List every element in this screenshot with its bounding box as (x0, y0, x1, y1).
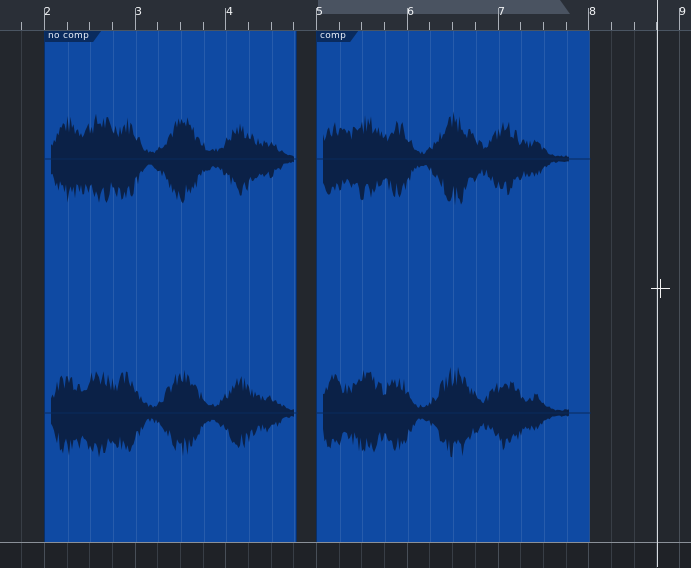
waveform-shape (323, 366, 569, 458)
ruler-beat-tick (611, 22, 612, 30)
ruler-beat-tick (520, 22, 521, 30)
horizontal-scrollbar-area[interactable] (0, 542, 691, 568)
ruler-bar-number: 6 (407, 5, 414, 18)
ruler-bar-number: 9 (679, 5, 686, 18)
ruler-beat-tick (361, 22, 362, 30)
grid-line (634, 543, 635, 568)
grid-line (384, 543, 385, 568)
grid-line (679, 31, 680, 542)
grid-line (429, 543, 430, 568)
ruler-bar-tick (225, 8, 226, 30)
grid-line (475, 543, 476, 568)
grid-line (520, 543, 521, 568)
ruler-beat-tick (566, 22, 567, 30)
grid-line (112, 543, 113, 568)
ruler-bar-number: 2 (44, 5, 51, 18)
ruler-bar-tick (588, 8, 589, 30)
grid-line (361, 543, 362, 568)
clip-name-label[interactable]: no comp (45, 31, 101, 42)
grid-line (21, 543, 22, 568)
grid-line (611, 543, 612, 568)
loop-range-marker[interactable] (318, 0, 570, 14)
ruler-bar-number: 3 (135, 5, 142, 18)
grid-line (21, 31, 22, 542)
ruler-beat-tick (339, 22, 340, 30)
grid-line (316, 543, 317, 568)
ruler-beat-tick (452, 22, 453, 30)
ruler-bar-number: 8 (589, 5, 596, 18)
grid-line (543, 543, 544, 568)
ruler-beat-tick (67, 22, 68, 30)
grid-line (157, 543, 158, 568)
ruler-beat-tick (293, 22, 294, 30)
ruler-beat-tick (203, 22, 204, 30)
grid-line (498, 543, 499, 568)
crosshair-cursor-icon (651, 279, 670, 298)
grid-line (293, 543, 294, 568)
grid-line (679, 543, 680, 568)
grid-line (225, 543, 226, 568)
ruler-bar-tick (407, 8, 408, 30)
ruler-beat-tick (634, 22, 635, 30)
ruler-beat-tick (157, 22, 158, 30)
grid-line (566, 543, 567, 568)
ruler-bar-tick (679, 8, 680, 30)
waveform-shape (51, 369, 294, 458)
ruler-bar-number: 5 (316, 5, 323, 18)
ruler-bar-tick (135, 8, 136, 30)
grid-line (407, 543, 408, 568)
audio-clip-no-comp[interactable]: no comp (44, 31, 298, 542)
timeline-ruler[interactable]: 2 3 4 5 6 7 8 9 (0, 0, 691, 31)
ruler-bar-tick (316, 8, 317, 30)
ruler-beat-tick (475, 22, 476, 30)
ruler-beat-tick (89, 22, 90, 30)
ruler-bar-number: 4 (226, 5, 233, 18)
grid-line (135, 543, 136, 568)
ruler-beat-tick (271, 22, 272, 30)
ruler-bar-tick (498, 8, 499, 30)
grid-line (89, 543, 90, 568)
ruler-beat-tick (429, 22, 430, 30)
audio-clip-comp[interactable]: comp (316, 31, 591, 542)
waveform-shape (323, 111, 569, 206)
grid-line (588, 543, 589, 568)
grid-line (452, 543, 453, 568)
grid-line (611, 31, 612, 542)
audio-track-lane[interactable]: no comp comp (0, 31, 691, 542)
ruler-beat-tick (21, 22, 22, 30)
grid-line (67, 543, 68, 568)
grid-line (271, 543, 272, 568)
ruler-beat-tick (180, 22, 181, 30)
grid-line (248, 543, 249, 568)
ruler-bar-number: 7 (498, 5, 505, 18)
grid-line (44, 543, 45, 568)
ruler-beat-tick (384, 22, 385, 30)
grid-line (180, 543, 181, 568)
ruler-bar-tick (44, 8, 45, 30)
ruler-beat-tick (543, 22, 544, 30)
ruler-beat-tick (112, 22, 113, 30)
grid-line (634, 31, 635, 542)
waveform (45, 113, 298, 458)
waveform (317, 111, 591, 458)
ruler-beat-tick (248, 22, 249, 30)
grid-line (339, 543, 340, 568)
grid-line (203, 543, 204, 568)
